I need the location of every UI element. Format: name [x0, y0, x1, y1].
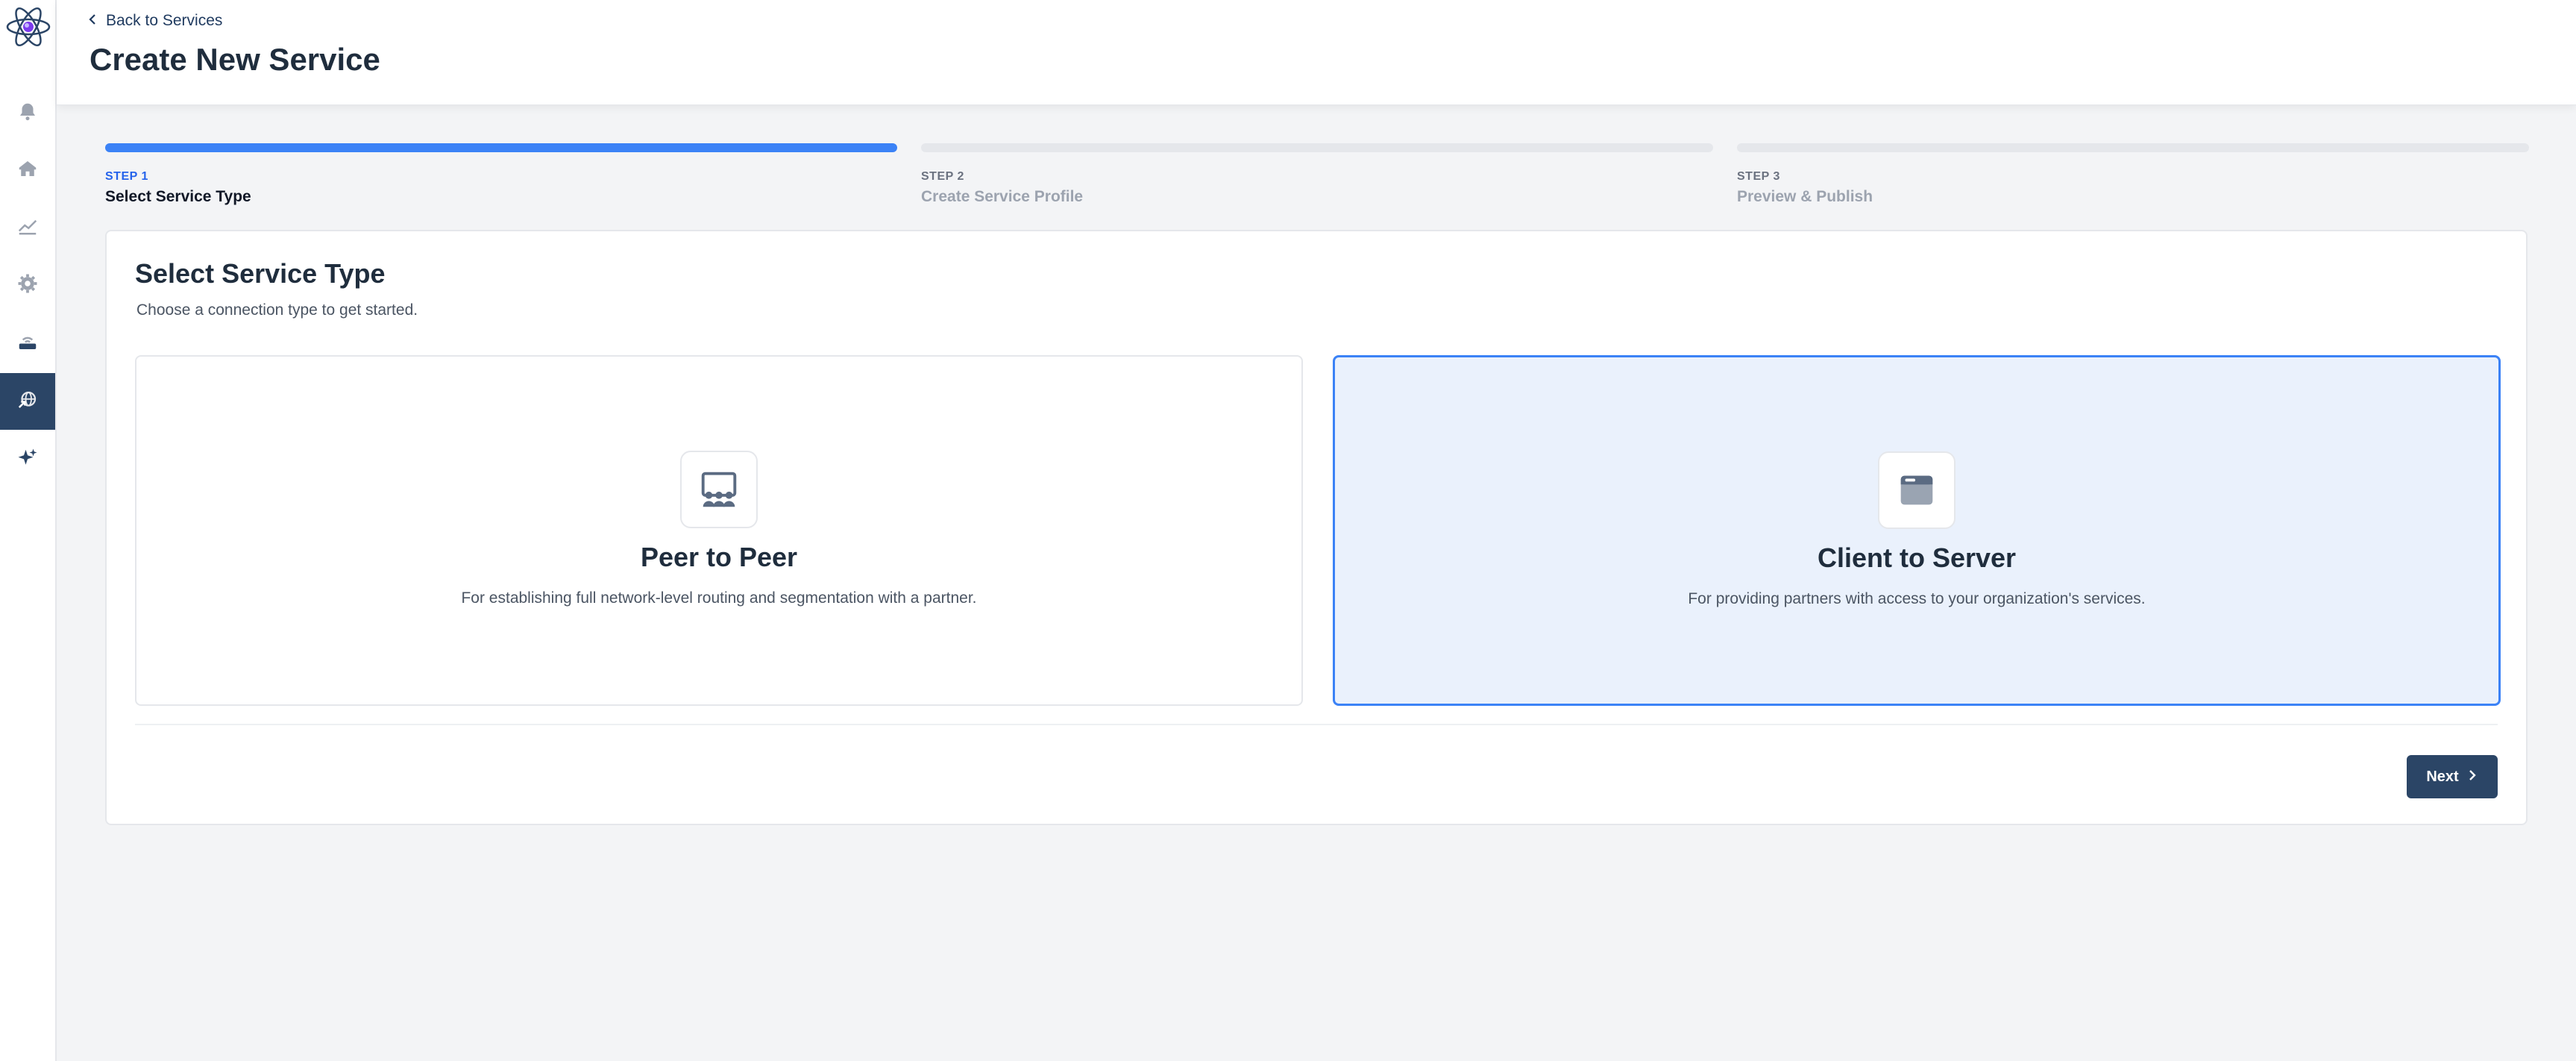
card-subtitle: Choose a connection type to get started. [136, 301, 418, 319]
home-icon [16, 157, 39, 184]
step-1: STEP 1 Select Service Type [105, 143, 897, 206]
nav-home[interactable] [0, 142, 55, 198]
back-to-services-link[interactable]: Back to Services [87, 12, 222, 30]
sparkles-icon [16, 447, 39, 473]
chart-icon [16, 214, 39, 240]
chevron-left-icon [87, 12, 98, 30]
services-globe-icon [16, 389, 39, 415]
page-header: Back to Services Create New Service [57, 0, 2576, 105]
page-title: Create New Service [89, 42, 380, 77]
step-2: STEP 2 Create Service Profile [921, 143, 1713, 206]
atom-logo-icon[interactable] [4, 3, 52, 51]
option-description: For establishing full network-level rout… [461, 589, 977, 607]
bell-icon [16, 101, 39, 127]
peer-group-icon [680, 451, 758, 528]
step-label: Select Service Type [105, 188, 251, 205]
nav-settings[interactable] [0, 257, 55, 313]
step-number: STEP 1 [105, 170, 148, 183]
card-title: Select Service Type [135, 258, 386, 289]
step-label: Preview & Publish [1737, 188, 1873, 205]
step-3: STEP 3 Preview & Publish [1737, 143, 2529, 206]
service-type-card: Select Service Type Choose a connection … [105, 230, 2528, 825]
nav-analytics[interactable] [0, 198, 55, 255]
divider [135, 724, 2498, 725]
step-progress-bar [1737, 143, 2529, 152]
nav-services[interactable] [0, 373, 55, 430]
next-button[interactable]: Next [2407, 755, 2498, 798]
nav-devices[interactable] [0, 315, 55, 372]
step-number: STEP 3 [1737, 170, 1780, 183]
option-description: For providing partners with access to yo… [1688, 590, 2146, 607]
step-progress-bar [921, 143, 1713, 152]
browser-window-icon [1878, 451, 1955, 529]
nav-ai[interactable] [0, 431, 55, 488]
option-client-to-server[interactable]: Client to Server For providing partners … [1333, 355, 2501, 706]
option-peer-to-peer[interactable]: Peer to Peer For establishing full netwo… [135, 355, 1303, 706]
option-title: Client to Server [1817, 542, 2017, 573]
step-progress-bar [105, 143, 897, 152]
option-title: Peer to Peer [640, 542, 798, 572]
nav-notifications[interactable] [0, 85, 55, 142]
sidebar [0, 0, 57, 1061]
step-number: STEP 2 [921, 170, 964, 183]
step-label: Create Service Profile [921, 188, 1084, 205]
router-icon [16, 331, 39, 357]
next-button-label: Next [2426, 768, 2459, 785]
gear-icon [16, 272, 39, 298]
back-link-label: Back to Services [106, 12, 223, 29]
chevron-right-icon [2466, 769, 2478, 786]
